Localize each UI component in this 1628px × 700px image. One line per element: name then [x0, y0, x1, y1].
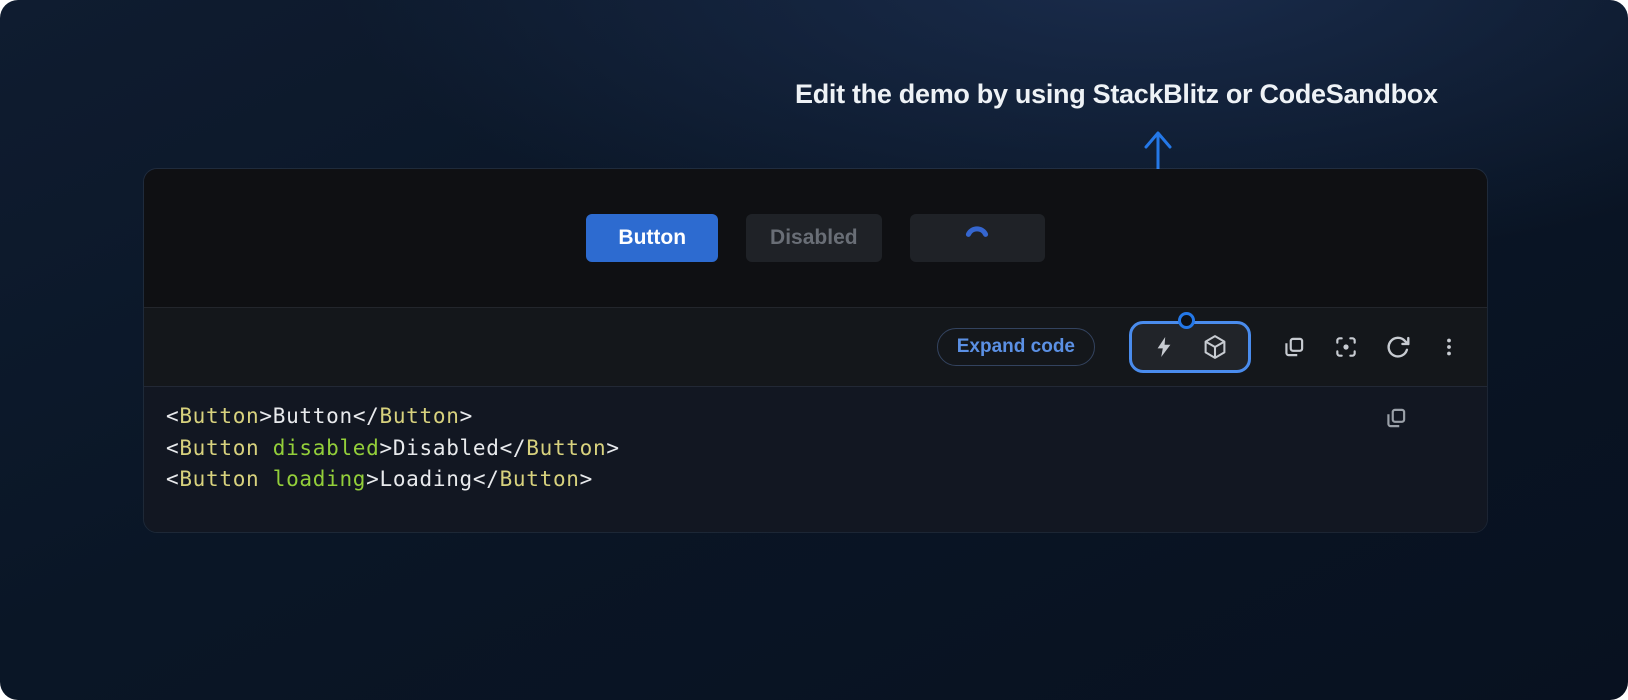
- code-block: <Button>Button</Button><Button disabled>…: [144, 387, 1487, 532]
- code-line: <Button loading>Loading</Button>: [166, 464, 1457, 496]
- code-line: <Button disabled>Disabled</Button>: [166, 433, 1457, 465]
- refresh-demo-button[interactable]: [1385, 334, 1411, 360]
- demo-panel: Button Disabled Expand code: [143, 168, 1488, 533]
- codesandbox-icon: [1202, 334, 1228, 360]
- code-line: <Button>Button</Button>: [166, 401, 1457, 433]
- demo-toolbar: Expand code: [144, 307, 1487, 387]
- annotation-text: Edit the demo by using StackBlitz or Cod…: [795, 79, 1438, 110]
- stackblitz-icon: [1152, 335, 1176, 359]
- external-editors-group: [1129, 321, 1251, 373]
- demo-button-disabled[interactable]: Disabled: [746, 214, 882, 262]
- copy-demo-button[interactable]: [1281, 334, 1307, 360]
- more-actions-button[interactable]: [1437, 335, 1461, 359]
- copy-snippet-button[interactable]: [1383, 405, 1409, 434]
- isolate-icon: [1333, 334, 1359, 360]
- more-vertical-icon: [1437, 335, 1461, 359]
- demo-area: Button Disabled: [144, 169, 1487, 307]
- expand-code-button[interactable]: Expand code: [937, 328, 1095, 366]
- isolate-demo-button[interactable]: [1333, 334, 1359, 360]
- demo-button-primary[interactable]: Button: [586, 214, 718, 262]
- copy-icon: [1281, 334, 1307, 360]
- demo-button-loading[interactable]: [910, 214, 1045, 262]
- arrow-target-marker: [1178, 312, 1195, 329]
- stackblitz-button[interactable]: [1152, 335, 1176, 359]
- code-content: <Button>Button</Button><Button disabled>…: [166, 401, 1457, 496]
- codesandbox-button[interactable]: [1202, 334, 1228, 360]
- copy-icon: [1383, 405, 1409, 431]
- page-background: Edit the demo by using StackBlitz or Cod…: [0, 0, 1628, 700]
- loading-spinner-icon: [962, 223, 992, 253]
- refresh-icon: [1385, 334, 1411, 360]
